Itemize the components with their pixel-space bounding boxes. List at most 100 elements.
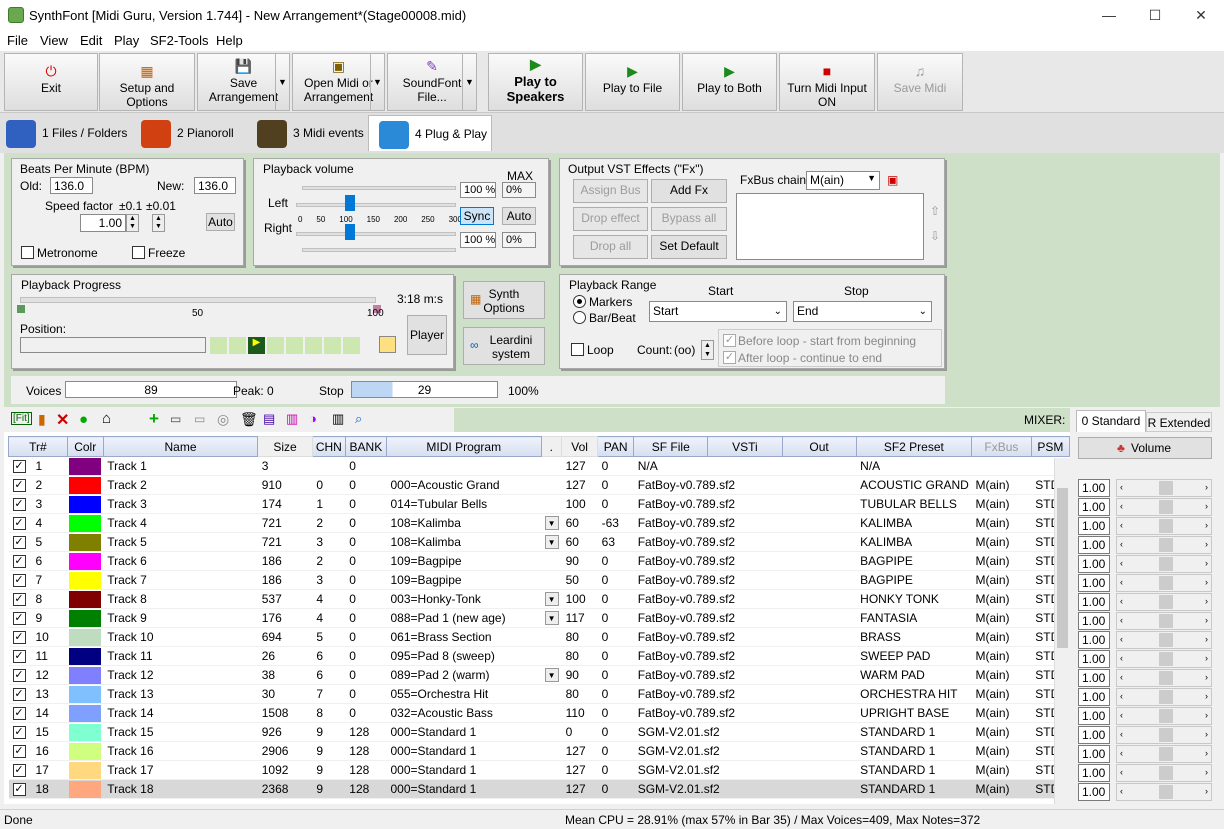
track-bank[interactable]: 0 [345, 684, 387, 704]
set-default-button[interactable]: Set Default [651, 235, 727, 259]
track-preset[interactable]: ORCHESTRA HIT [856, 684, 972, 704]
track-sf-file[interactable]: N/A [633, 456, 857, 476]
track-volume[interactable]: 110 [561, 703, 598, 723]
track-preset[interactable]: BAGPIPE [856, 570, 972, 590]
chevron-right-icon[interactable]: › [1205, 539, 1208, 549]
chevron-left-icon[interactable]: ‹ [1120, 786, 1123, 796]
track-preset[interactable]: STANDARD 1 [856, 779, 972, 799]
slider-thumb[interactable] [1159, 633, 1173, 647]
track-channel[interactable]: 9 [312, 760, 346, 780]
mixer-volume-slider[interactable]: ‹ › [1116, 764, 1212, 782]
track-sf-file[interactable]: FatBoy-v0.789.sf2 [633, 551, 857, 571]
track-volume[interactable]: 127 [561, 475, 598, 495]
track-checkbox[interactable]: ✓ [12, 536, 26, 550]
track-name[interactable]: Track 9 [103, 608, 258, 628]
slider-thumb[interactable] [1159, 766, 1173, 780]
program-dropdown-icon[interactable]: ▼ [544, 668, 559, 682]
slider-thumb[interactable] [1159, 500, 1173, 514]
mixer-volume-value[interactable]: 1.00 [1078, 555, 1110, 573]
track-checkbox[interactable]: ✓ [12, 574, 26, 588]
track-fxbus[interactable]: M(ain) [971, 760, 1032, 780]
track-checkbox-cell[interactable]: ✓ 5 [8, 532, 68, 552]
track-size[interactable]: 537 [257, 589, 313, 609]
track-volume[interactable]: 127 [561, 741, 598, 761]
track-program[interactable]: 000=Standard 1 [386, 741, 541, 761]
header-size[interactable]: Size [257, 436, 313, 457]
track-pan[interactable]: 0 [597, 456, 634, 476]
track-pan[interactable]: 0 [597, 570, 634, 590]
chevron-left-icon[interactable]: ‹ [1120, 539, 1123, 549]
track-bank[interactable]: 128 [345, 779, 387, 799]
program-dropdown-icon[interactable]: ▼ [544, 592, 559, 606]
track-dot[interactable] [541, 760, 562, 780]
track-fxbus[interactable]: M(ain) [971, 551, 1032, 571]
track-dot[interactable] [541, 741, 562, 761]
mixer-volume-slider[interactable]: ‹ › [1116, 688, 1212, 706]
table-row[interactable]: ✓ 12 Track 12 38 6 0 089=Pad 2 (warm) ▼ 90 0 FatBo… [8, 665, 1070, 685]
track-checkbox[interactable]: ✓ [12, 745, 26, 759]
track-program[interactable]: 095=Pad 8 (sweep) [386, 646, 541, 666]
track-program[interactable]: 109=Bagpipe [386, 570, 541, 590]
track-dot[interactable] [541, 475, 562, 495]
track-color[interactable] [67, 684, 104, 704]
mixer-volume-slider[interactable]: ‹ › [1116, 517, 1212, 535]
track-preset[interactable]: SWEEP PAD [856, 646, 972, 666]
track-checkbox[interactable]: ✓ [12, 612, 26, 626]
track-volume[interactable]: 127 [561, 779, 598, 799]
track-checkbox-cell[interactable]: ✓ 12 [8, 665, 68, 685]
track-dot[interactable] [541, 722, 562, 742]
play-to-file-button[interactable]: ▶ Play to File [585, 53, 680, 111]
open-dropdown-arrow[interactable]: ▼ [370, 54, 384, 110]
track-sf-file[interactable]: FatBoy-v0.789.sf2 [633, 532, 857, 552]
chevron-left-icon[interactable]: ‹ [1120, 767, 1123, 777]
track-preset[interactable]: KALIMBA [856, 532, 972, 552]
track-checkbox-cell[interactable]: ✓ 10 [8, 627, 68, 647]
close-button[interactable]: ✕ [1178, 0, 1224, 31]
track-channel[interactable]: 2 [312, 551, 346, 571]
header-sf-file[interactable]: SF File [633, 436, 709, 457]
program-dropdown-icon[interactable]: ▼ [544, 516, 559, 530]
color-swatch[interactable] [69, 742, 102, 760]
track-fxbus[interactable]: M(ain) [971, 703, 1032, 723]
chevron-left-icon[interactable]: ‹ [1120, 653, 1123, 663]
track-name[interactable]: Track 16 [103, 741, 258, 761]
mixer-volume-value[interactable]: 1.00 [1078, 764, 1110, 782]
color-swatch[interactable] [69, 628, 102, 646]
track-checkbox[interactable]: ✓ [12, 688, 26, 702]
track-size[interactable]: 176 [257, 608, 313, 628]
chevron-left-icon[interactable]: ‹ [1120, 691, 1123, 701]
track-size[interactable]: 721 [257, 532, 313, 552]
track-bank[interactable]: 0 [345, 551, 387, 571]
track-pan[interactable]: 0 [597, 741, 634, 761]
track-fxbus[interactable]: M(ain) [971, 741, 1032, 761]
track-checkbox[interactable]: ✓ [12, 650, 26, 664]
table-row[interactable]: ✓ 6 Track 6 186 2 0 109=Bagpipe 90 0 FatBoy-v0.78… [8, 551, 1070, 571]
track-sf-file[interactable]: FatBoy-v0.789.sf2 [633, 589, 857, 609]
track-sf-file[interactable]: FatBoy-v0.789.sf2 [633, 570, 857, 590]
chevron-right-icon[interactable]: › [1205, 767, 1208, 777]
mixer-volume-value[interactable]: 1.00 [1078, 726, 1110, 744]
track-fxbus[interactable]: M(ain) [971, 589, 1032, 609]
track-checkbox[interactable]: ✓ [12, 517, 26, 531]
progress-slider[interactable] [20, 297, 376, 303]
track-checkbox-cell[interactable]: ✓ 17 [8, 760, 68, 780]
track-name[interactable]: Track 4 [103, 513, 258, 533]
track-pan[interactable]: -63 [597, 513, 634, 533]
track-bank[interactable]: 0 [345, 627, 387, 647]
track-color[interactable] [67, 494, 104, 514]
play-to-speakers-button[interactable]: ▶ Play to Speakers [488, 53, 583, 111]
track-bank[interactable]: 0 [345, 703, 387, 723]
track-preset[interactable]: BAGPIPE [856, 551, 972, 571]
track-checkbox-cell[interactable]: ✓ 8 [8, 589, 68, 609]
track-sf-file[interactable]: SGM-V2.01.sf2 [633, 741, 857, 761]
track-program[interactable]: 055=Orchestra Hit [386, 684, 541, 704]
track-bank[interactable]: 0 [345, 532, 387, 552]
track-dot[interactable] [541, 570, 562, 590]
save-arrangement-button[interactable]: 💾 Save Arrangement ▼ [197, 53, 290, 111]
color-swatch[interactable] [69, 761, 102, 779]
track-fxbus[interactable]: M(ain) [971, 684, 1032, 704]
track-checkbox[interactable]: ✓ [12, 669, 26, 683]
track-program[interactable]: 000=Standard 1 [386, 722, 541, 742]
track-sf-file[interactable]: FatBoy-v0.789.sf2 [633, 646, 857, 666]
track-volume[interactable]: 60 [561, 532, 598, 552]
